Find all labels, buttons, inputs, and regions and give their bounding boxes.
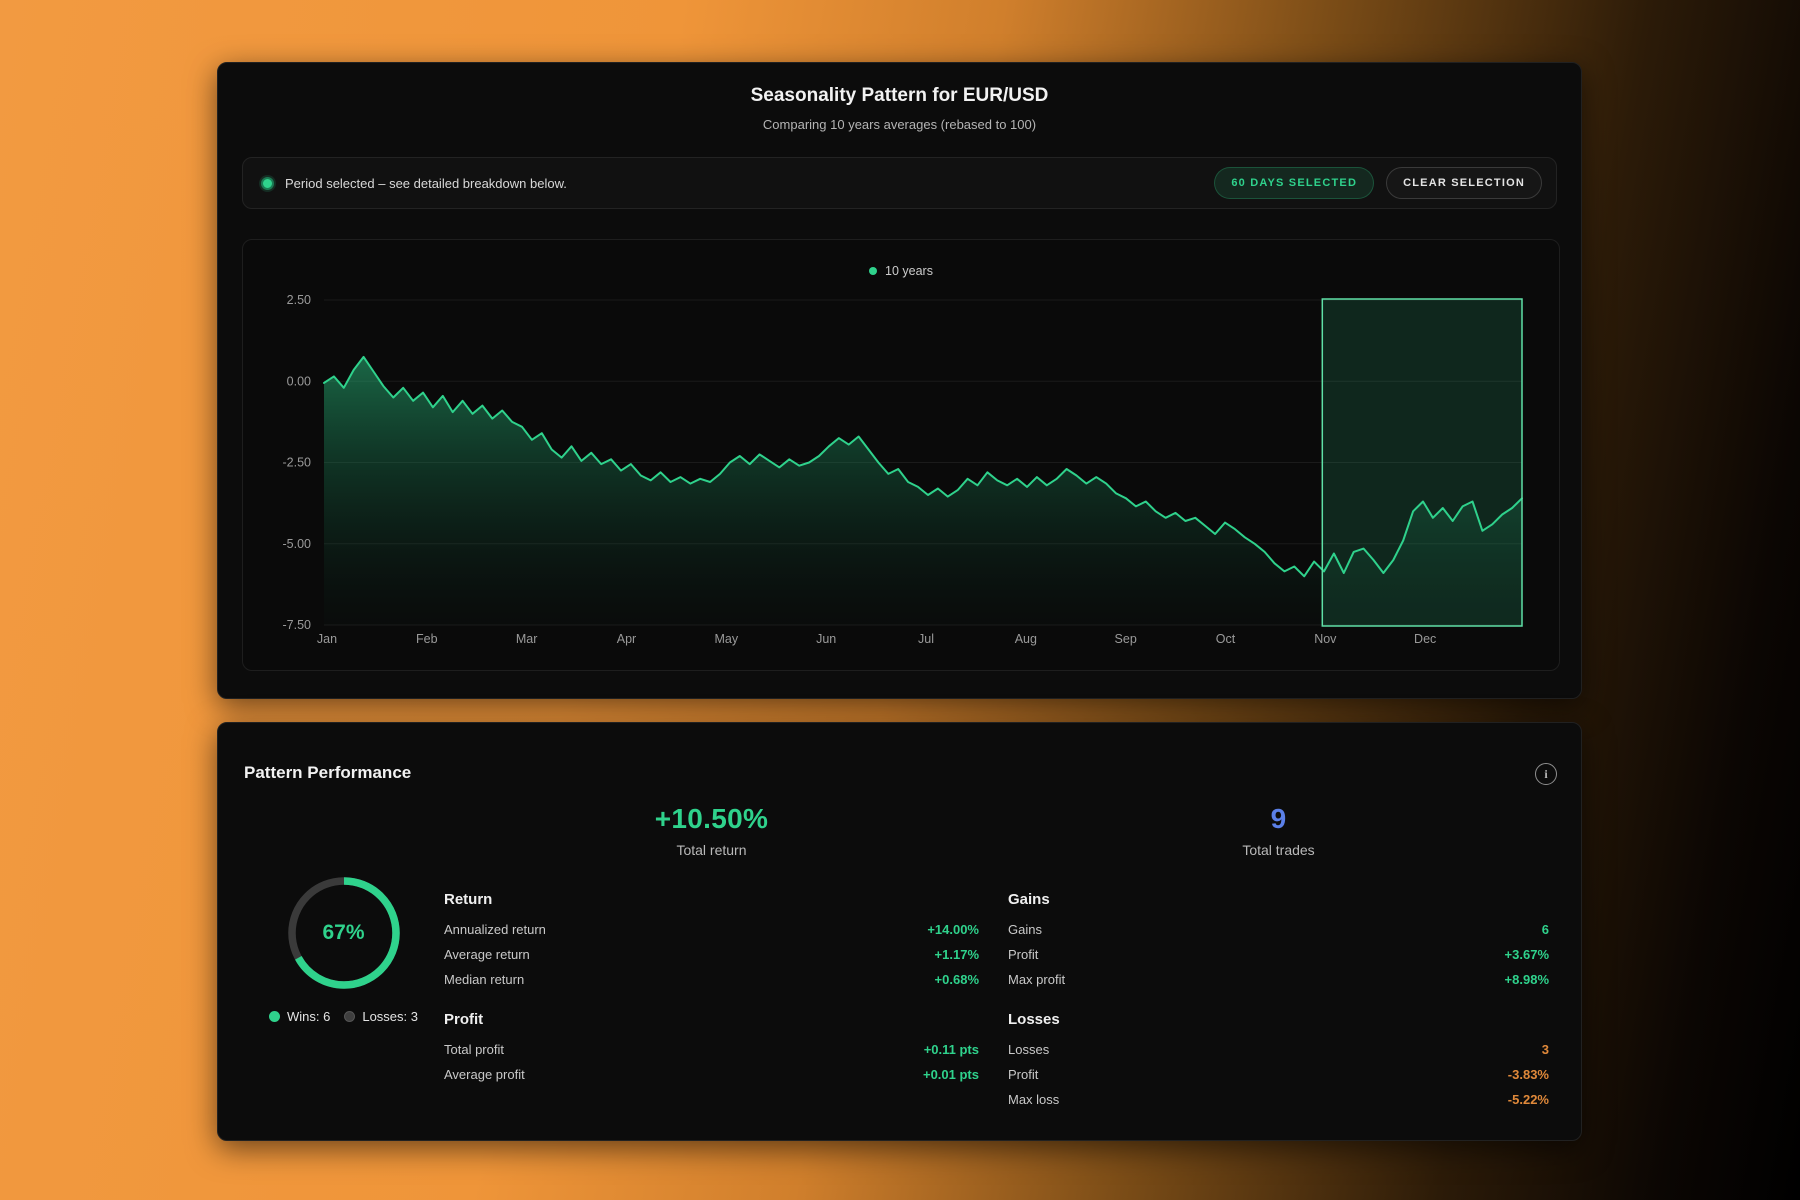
stat-row: Max profit +8.98% [1008, 967, 1549, 992]
losses-section: Losses Losses 3 Profit -3.83% Max loss -… [1008, 1011, 1549, 1112]
y-axis-label: -7.50 [283, 618, 312, 632]
stat-value: 6 [1542, 922, 1549, 937]
clear-selection-button[interactable]: CLEAR SELECTION [1386, 167, 1542, 199]
stat-label: Losses [1008, 1042, 1049, 1057]
page-subtitle: Comparing 10 years averages (rebased to … [218, 117, 1581, 132]
y-axis-label: -5.00 [283, 537, 312, 551]
stat-value: 3 [1542, 1042, 1549, 1057]
wins-dot-icon [269, 1011, 280, 1022]
x-axis-label: Feb [416, 632, 438, 646]
stat-row: Total profit +0.11 pts [444, 1037, 979, 1062]
stat-label: Profit [1008, 947, 1038, 962]
wins-legend-item: Wins: 6 [269, 1009, 330, 1024]
seasonality-card: Seasonality Pattern for EUR/USD Comparin… [217, 62, 1582, 699]
section-title: Return [444, 891, 979, 908]
total-trades-label: Total trades [1008, 842, 1549, 858]
stat-label: Annualized return [444, 922, 546, 937]
stat-value: +0.11 pts [924, 1042, 979, 1057]
app-background: Seasonality Pattern for EUR/USD Comparin… [0, 0, 1800, 1200]
stat-value: -3.83% [1508, 1067, 1549, 1082]
stat-label: Profit [1008, 1067, 1038, 1082]
stat-label: Average return [444, 947, 530, 962]
legend-dot-icon [869, 267, 877, 275]
win-rate-percentage: 67% [284, 873, 404, 993]
x-axis-label: Aug [1015, 632, 1037, 646]
seasonality-chart[interactable]: 2.50 0.00 -2.50 -5.00 -7.50 Jan Feb Mar Apr May Ju… [243, 240, 1559, 670]
losses-dot-icon [344, 1011, 355, 1022]
losses-label: Losses: 3 [362, 1009, 418, 1024]
days-selected-badge: 60 DAYS SELECTED [1214, 167, 1374, 199]
stat-row: Median return +0.68% [444, 967, 979, 992]
stat-value: +0.01 pts [923, 1067, 979, 1082]
x-axis-label: Sep [1115, 632, 1137, 646]
info-icon[interactable]: i [1535, 763, 1557, 785]
period-selected-banner: Period selected – see detailed breakdown… [242, 157, 1557, 209]
total-trades-stat: 9 Total trades [1008, 803, 1549, 858]
total-return-stat: +10.50% Total return [444, 803, 979, 858]
stat-value: +1.17% [935, 947, 979, 962]
stat-row: Profit -3.83% [1008, 1062, 1549, 1087]
page-title: Seasonality Pattern for EUR/USD [218, 85, 1581, 107]
x-axis-label: Jun [816, 632, 836, 646]
win-rate-widget: 67% Wins: 6 Losses: 3 [251, 873, 436, 1024]
stat-label: Median return [444, 972, 524, 987]
win-loss-legend: Wins: 6 Losses: 3 [251, 1009, 436, 1024]
chart-legend: 10 years [243, 264, 1559, 278]
selected-period-region[interactable] [1322, 299, 1522, 626]
stat-row: Max loss -5.22% [1008, 1087, 1549, 1112]
stat-value: +14.00% [927, 922, 979, 937]
stat-label: Max loss [1008, 1092, 1059, 1107]
period-selected-message: Period selected – see detailed breakdown… [285, 176, 1214, 191]
pattern-performance-card: Pattern Performance i +10.50% Total retu… [217, 722, 1582, 1141]
stat-row: Average profit +0.01 pts [444, 1062, 979, 1087]
x-axis-label: Apr [617, 632, 636, 646]
x-axis-label: Nov [1314, 632, 1337, 646]
x-axis-label: May [715, 632, 739, 646]
x-axis-label: Jan [317, 632, 337, 646]
gains-section: Gains Gains 6 Profit +3.67% Max profit +… [1008, 891, 1549, 992]
total-return-value: +10.50% [444, 803, 979, 835]
losses-legend-item: Losses: 3 [344, 1009, 418, 1024]
stat-row: Average return +1.17% [444, 942, 979, 967]
stat-label: Average profit [444, 1067, 525, 1082]
x-axis-label: Oct [1216, 632, 1236, 646]
x-axis-label: Dec [1414, 632, 1436, 646]
stat-label: Total profit [444, 1042, 504, 1057]
x-axis-label: Mar [516, 632, 538, 646]
wins-label: Wins: 6 [287, 1009, 330, 1024]
y-axis-label: 0.00 [287, 374, 311, 388]
stat-row: Profit +3.67% [1008, 942, 1549, 967]
seasonality-chart-panel: 2.50 0.00 -2.50 -5.00 -7.50 Jan Feb Mar Apr May Ju… [242, 239, 1560, 671]
stat-value: +0.68% [935, 972, 979, 987]
stat-value: +3.67% [1505, 947, 1549, 962]
profit-section: Profit Total profit +0.11 pts Average pr… [444, 1011, 979, 1087]
legend-label: 10 years [885, 264, 933, 278]
stat-row: Losses 3 [1008, 1037, 1549, 1062]
stat-row: Annualized return +14.00% [444, 917, 979, 942]
total-return-label: Total return [444, 842, 979, 858]
stat-label: Max profit [1008, 972, 1065, 987]
stat-row: Gains 6 [1008, 917, 1549, 942]
performance-heading: Pattern Performance [244, 763, 411, 783]
y-axis-label: 2.50 [287, 293, 311, 307]
x-axis-label: Jul [918, 632, 934, 646]
section-title: Losses [1008, 1011, 1549, 1028]
stat-value: -5.22% [1508, 1092, 1549, 1107]
section-title: Gains [1008, 891, 1549, 908]
stat-value: +8.98% [1505, 972, 1549, 987]
y-axis-label: -2.50 [283, 456, 312, 470]
section-title: Profit [444, 1011, 979, 1028]
total-trades-value: 9 [1008, 803, 1549, 835]
stat-label: Gains [1008, 922, 1042, 937]
status-dot-icon [261, 177, 274, 190]
return-section: Return Annualized return +14.00% Average… [444, 891, 979, 992]
